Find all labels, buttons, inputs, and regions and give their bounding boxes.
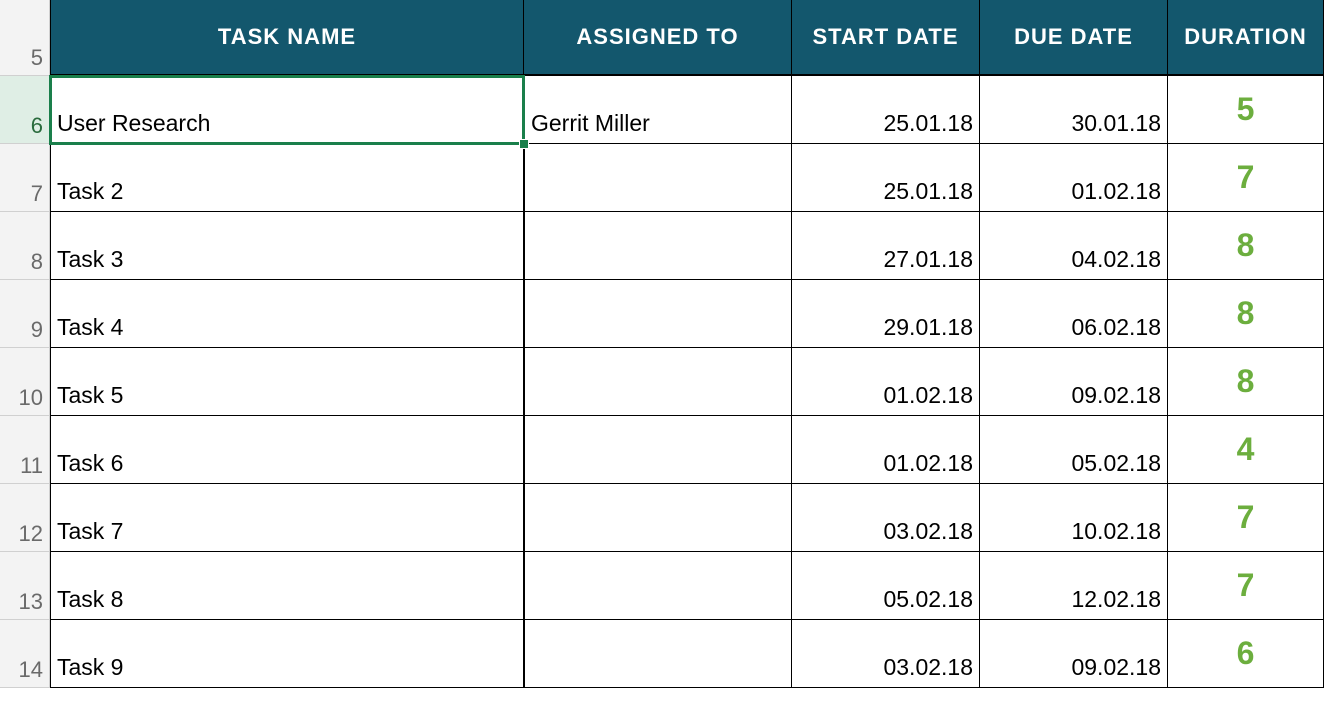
cell-D14[interactable]: 03.02.18 <box>792 620 980 688</box>
cell-B14[interactable]: Task 9 <box>50 620 524 688</box>
cell-C8[interactable] <box>524 212 792 280</box>
cell-D9[interactable]: 29.01.18 <box>792 280 980 348</box>
cell-B9[interactable]: Task 4 <box>50 280 524 348</box>
row-header-10[interactable]: 10 <box>0 348 50 416</box>
cell-B12[interactable]: Task 7 <box>50 484 524 552</box>
column-header-task-name[interactable]: TASK NAME <box>50 0 524 76</box>
cell-E13[interactable]: 12.02.18 <box>980 552 1168 620</box>
cell-F8[interactable]: 8 <box>1168 212 1324 280</box>
cell-F13[interactable]: 7 <box>1168 552 1324 620</box>
cell-B8[interactable]: Task 3 <box>50 212 524 280</box>
cell-D12[interactable]: 03.02.18 <box>792 484 980 552</box>
cell-F12[interactable]: 7 <box>1168 484 1324 552</box>
cell-E14[interactable]: 09.02.18 <box>980 620 1168 688</box>
column-header-due-date[interactable]: DUE DATE <box>980 0 1168 76</box>
cell-E7[interactable]: 01.02.18 <box>980 144 1168 212</box>
cell-D13[interactable]: 05.02.18 <box>792 552 980 620</box>
row-header-6[interactable]: 6 <box>0 76 50 144</box>
cell-F14[interactable]: 6 <box>1168 620 1324 688</box>
column-header-assigned-to[interactable]: ASSIGNED TO <box>524 0 792 76</box>
row-header-7[interactable]: 7 <box>0 144 50 212</box>
cell-C12[interactable] <box>524 484 792 552</box>
column-header-start-date[interactable]: START DATE <box>792 0 980 76</box>
row-header-12[interactable]: 12 <box>0 484 50 552</box>
cell-B13[interactable]: Task 8 <box>50 552 524 620</box>
selection-fill-handle[interactable] <box>519 139 529 149</box>
row-header-11[interactable]: 11 <box>0 416 50 484</box>
cell-F11[interactable]: 4 <box>1168 416 1324 484</box>
row-header-8[interactable]: 8 <box>0 212 50 280</box>
spreadsheet-grid[interactable]: 5 TASK NAME ASSIGNED TO START DATE DUE D… <box>0 0 1324 688</box>
cell-B6[interactable]: User Research <box>50 76 524 144</box>
cell-F6[interactable]: 5 <box>1168 76 1324 144</box>
cell-C13[interactable] <box>524 552 792 620</box>
cell-E12[interactable]: 10.02.18 <box>980 484 1168 552</box>
cell-E10[interactable]: 09.02.18 <box>980 348 1168 416</box>
cell-B10[interactable]: Task 5 <box>50 348 524 416</box>
cell-B11[interactable]: Task 6 <box>50 416 524 484</box>
cell-D7[interactable]: 25.01.18 <box>792 144 980 212</box>
cell-D11[interactable]: 01.02.18 <box>792 416 980 484</box>
cell-E11[interactable]: 05.02.18 <box>980 416 1168 484</box>
cell-E9[interactable]: 06.02.18 <box>980 280 1168 348</box>
column-header-duration[interactable]: DURATION <box>1168 0 1324 76</box>
cell-B7[interactable]: Task 2 <box>50 144 524 212</box>
cell-C7[interactable] <box>524 144 792 212</box>
row-header-5[interactable]: 5 <box>0 0 50 76</box>
cell-F9[interactable]: 8 <box>1168 280 1324 348</box>
cell-D8[interactable]: 27.01.18 <box>792 212 980 280</box>
cell-D6[interactable]: 25.01.18 <box>792 76 980 144</box>
cell-E6[interactable]: 30.01.18 <box>980 76 1168 144</box>
cell-C10[interactable] <box>524 348 792 416</box>
cell-E8[interactable]: 04.02.18 <box>980 212 1168 280</box>
cell-C11[interactable] <box>524 416 792 484</box>
cell-C14[interactable] <box>524 620 792 688</box>
cell-C6[interactable]: Gerrit Miller <box>524 76 792 144</box>
cell-F7[interactable]: 7 <box>1168 144 1324 212</box>
cell-C9[interactable] <box>524 280 792 348</box>
row-header-13[interactable]: 13 <box>0 552 50 620</box>
cell-F10[interactable]: 8 <box>1168 348 1324 416</box>
cell-D10[interactable]: 01.02.18 <box>792 348 980 416</box>
row-header-9[interactable]: 9 <box>0 280 50 348</box>
row-header-14[interactable]: 14 <box>0 620 50 688</box>
